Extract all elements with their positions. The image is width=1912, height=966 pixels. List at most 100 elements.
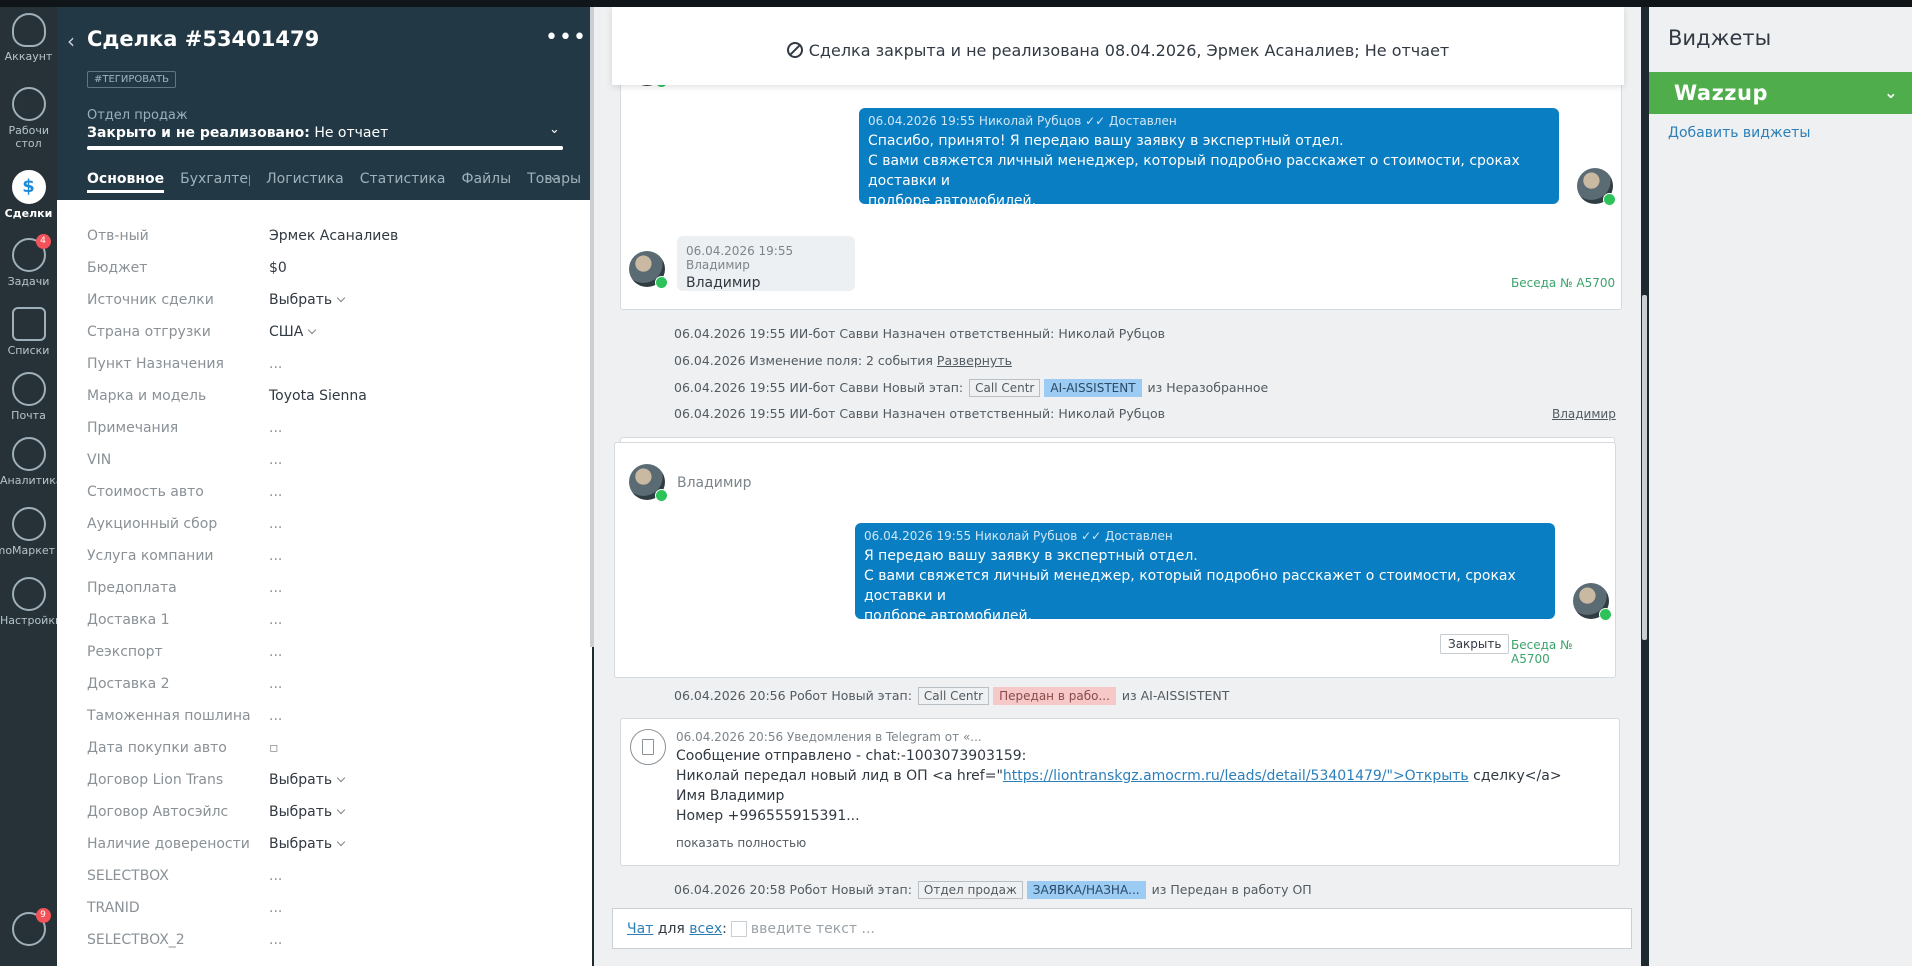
- field-value[interactable]: ...: [269, 356, 282, 372]
- expand-link[interactable]: Развернуть: [937, 353, 1012, 368]
- wazzup-widget[interactable]: Wazzup ⌄: [1649, 72, 1912, 114]
- event-text: 06.04.2026 19:55 ИИ-бот Савви Новый этап…: [674, 380, 964, 395]
- field-value[interactable]: ...: [269, 420, 282, 436]
- close-conversation-button[interactable]: Закрыть: [1440, 634, 1510, 654]
- field-value[interactable]: США: [269, 324, 315, 340]
- deal-field[interactable]: Реэкспорт...: [87, 636, 567, 668]
- field-value[interactable]: ...: [269, 484, 282, 500]
- deal-field[interactable]: Примечания...: [87, 412, 567, 444]
- contact-name[interactable]: Владимир: [677, 475, 751, 491]
- field-value[interactable]: $0: [269, 260, 287, 276]
- field-value[interactable]: ...: [269, 900, 282, 916]
- field-value[interactable]: ...: [269, 612, 282, 628]
- nav-tasks[interactable]: 4 Задачи: [0, 234, 57, 288]
- recipient-selector[interactable]: всех: [689, 921, 722, 937]
- field-value[interactable]: Выбрать: [269, 836, 344, 852]
- tab-statistics[interactable]: Статистика: [360, 171, 446, 193]
- nav-settings[interactable]: Настройки: [0, 577, 57, 627]
- nav-analytics[interactable]: Аналитика: [0, 437, 57, 487]
- stage-badge: Передан в рабо...: [993, 687, 1116, 705]
- deal-field[interactable]: Пункт Назначения...: [87, 348, 567, 380]
- message-line: С вами свяжется личный менеджер, который…: [868, 153, 1520, 189]
- nav-dashboard[interactable]: Рабочий стол: [0, 87, 57, 150]
- show-more-link[interactable]: показать полностью: [676, 836, 806, 850]
- tab-main[interactable]: Основное: [87, 171, 165, 193]
- deal-field[interactable]: Услуга компании...: [87, 540, 567, 572]
- channel-selector[interactable]: Чат: [627, 921, 653, 937]
- tag-button[interactable]: #ТЕГИРОВАТЬ: [87, 71, 176, 88]
- field-value[interactable]: ...: [269, 548, 282, 564]
- field-value[interactable]: ...: [269, 676, 282, 692]
- deal-field[interactable]: Договор Автосэйлс Выбрать: [87, 796, 567, 828]
- back-arrow-icon[interactable]: ‹: [67, 29, 75, 53]
- deal-field[interactable]: Наличие доверености Выбрать: [87, 828, 567, 860]
- field-value[interactable]: Выбрать: [269, 804, 344, 820]
- deal-field[interactable]: SELECTBOX...: [87, 860, 567, 892]
- tab-files[interactable]: Файлы: [461, 171, 511, 193]
- message-input[interactable]: введите текст ...: [751, 921, 875, 937]
- add-widgets-link[interactable]: Добавить виджеты: [1668, 125, 1810, 141]
- tab-logistics[interactable]: Логистика: [266, 171, 344, 193]
- field-value[interactable]: Toyota Sienna: [269, 388, 367, 404]
- field-value[interactable]: ...: [269, 452, 282, 468]
- field-value[interactable]: Эрмек Асаналиев: [269, 228, 398, 244]
- nav-notifications[interactable]: 9: [0, 908, 57, 949]
- message-line: Спасибо, принято! Я передаю вашу заявку …: [868, 133, 1344, 149]
- field-value[interactable]: ...: [269, 868, 282, 884]
- deal-field[interactable]: Доставка 2...: [87, 668, 567, 700]
- field-value[interactable]: ...: [269, 644, 282, 660]
- field-value[interactable]: ...: [269, 580, 282, 596]
- deal-field[interactable]: Марка и модель Toyota Sienna: [87, 380, 567, 412]
- field-value[interactable]: ...: [269, 516, 282, 532]
- field-label: VIN: [87, 452, 112, 468]
- conversation-link[interactable]: Беседа № A5700: [1511, 276, 1615, 290]
- deal-field[interactable]: Дата покупки авто ▫: [87, 732, 567, 764]
- mail-icon: [11, 372, 46, 406]
- ban-icon: [786, 42, 803, 58]
- conversation-link[interactable]: Беседа № A5700: [1511, 638, 1615, 666]
- field-value[interactable]: ▫: [269, 740, 279, 756]
- deal-field[interactable]: Отв-ный Эрмек Асаналиев: [87, 220, 567, 252]
- deal-field[interactable]: Доставка 1...: [87, 604, 567, 636]
- deal-field[interactable]: Стоимость авто...: [87, 476, 567, 508]
- tabs-more-icon[interactable]: ···: [545, 169, 560, 188]
- contact-link[interactable]: Владимир: [1552, 407, 1616, 421]
- nav-lists[interactable]: Списки: [0, 307, 57, 357]
- field-value[interactable]: ...: [269, 708, 282, 724]
- deal-status[interactable]: Закрыто и не реализовано: Не отчает: [87, 125, 388, 141]
- deal-field[interactable]: Источник сделки Выбрать: [87, 284, 567, 316]
- tasks-badge: 4: [35, 234, 51, 249]
- left-navigation: Аккаунт Рабочий стол $ Сделки 4 Задачи С…: [0, 7, 57, 966]
- nav-dashboard-label: Рабочий стол: [8, 124, 49, 150]
- field-value[interactable]: ...: [269, 932, 282, 948]
- deal-field[interactable]: Предоплата...: [87, 572, 567, 604]
- nav-deals[interactable]: $ Сделки: [0, 170, 57, 220]
- deal-field[interactable]: VIN...: [87, 444, 567, 476]
- message-line: подборе автомобилей.: [864, 608, 1033, 624]
- nav-account[interactable]: Аккаунт: [0, 13, 57, 63]
- nav-market[interactable]: amoМаркет: [0, 507, 57, 557]
- field-value[interactable]: Выбрать: [269, 292, 344, 308]
- template-dropdown-icon[interactable]: [730, 921, 747, 937]
- outgoing-message: 06.04.2026 19:55 Николай Рубцов ✓✓ Доста…: [855, 523, 1555, 624]
- deal-link[interactable]: https://liontranskgz.amocrm.ru/leads/det…: [1003, 768, 1469, 784]
- dashboard-icon: [11, 87, 46, 121]
- field-value[interactable]: Выбрать: [269, 772, 344, 788]
- deal-field[interactable]: Страна отгрузки США: [87, 316, 567, 348]
- tab-accounting[interactable]: Бухгалтерия: [180, 171, 250, 193]
- message-line: подборе автомобилей.: [868, 193, 1037, 209]
- field-label: Марка и модель: [87, 388, 207, 404]
- deal-field[interactable]: Договор Lion Trans Выбрать: [87, 764, 567, 796]
- nav-mail[interactable]: Почта: [0, 372, 57, 422]
- deal-field[interactable]: Таможенная пошлина...: [87, 700, 567, 732]
- deal-field[interactable]: Бюджет $0: [87, 252, 567, 284]
- deal-field[interactable]: Аукционный сбор...: [87, 508, 567, 540]
- field-label: Договор Автосэйлс: [87, 804, 229, 820]
- lists-icon: [11, 307, 46, 341]
- deal-field[interactable]: TRANID...: [87, 892, 567, 924]
- deal-field[interactable]: SELECTBOX_2...: [87, 924, 567, 956]
- more-options-icon[interactable]: •••: [545, 25, 587, 50]
- feed-scrollbar[interactable]: [1642, 295, 1647, 640]
- message-composer[interactable]: Чат для всех: введите текст ...: [612, 908, 1632, 949]
- chevron-down-icon[interactable]: ⌄: [549, 122, 560, 137]
